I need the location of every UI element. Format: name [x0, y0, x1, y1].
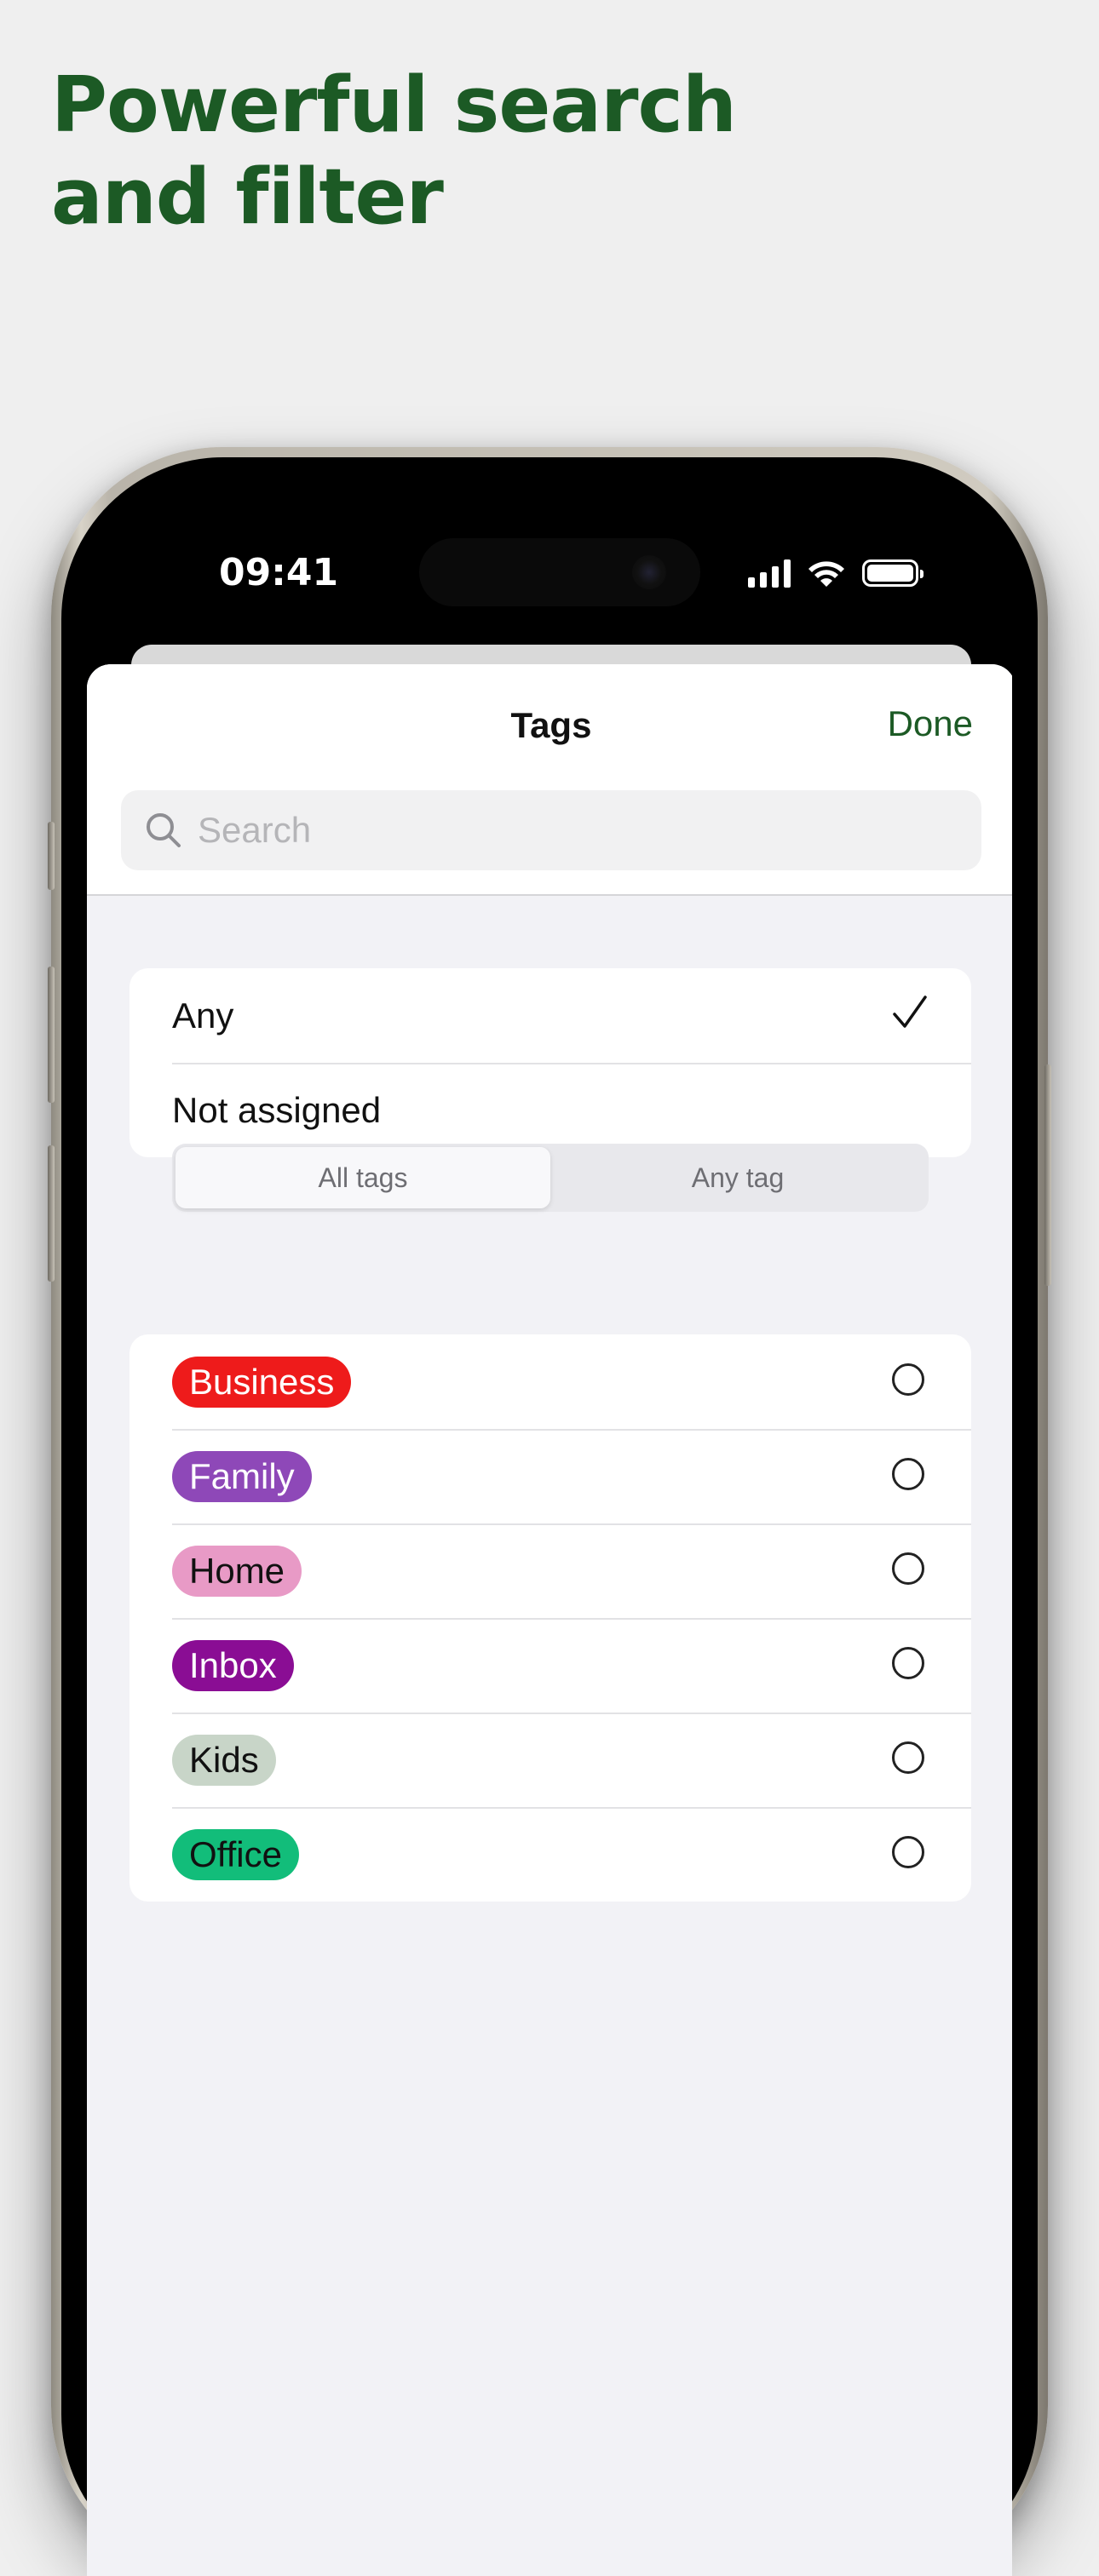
- option-any[interactable]: Any: [129, 968, 971, 1063]
- tag-row-office[interactable]: Office: [129, 1807, 971, 1902]
- phone-bezel: 09:41 Tags Done Search Any Not assigned …: [61, 457, 1038, 2576]
- done-button[interactable]: Done: [888, 703, 973, 744]
- match-mode-segmented-control: All tags Any tag: [172, 1144, 929, 1212]
- assignment-options: Any Not assigned: [129, 968, 971, 1157]
- tag-pill: Inbox: [172, 1639, 294, 1691]
- phone-screen: 09:41 Tags Done Search Any Not assigned …: [87, 483, 1012, 2576]
- status-time: 09:41: [219, 551, 339, 594]
- radio-unselected-icon[interactable]: [892, 1741, 924, 1774]
- tag-row-inbox[interactable]: Inbox: [129, 1618, 971, 1713]
- tag-row-family[interactable]: Family: [129, 1429, 971, 1523]
- action-button: [48, 822, 55, 890]
- headline-line-2: and filter: [51, 152, 444, 242]
- phone-frame: 09:41 Tags Done Search Any Not assigned …: [48, 447, 1051, 2576]
- tag-row-kids[interactable]: Kids: [129, 1713, 971, 1807]
- headline-line-1: Powerful search: [51, 60, 737, 150]
- radio-unselected-icon[interactable]: [892, 1836, 924, 1868]
- tag-pill: Office: [172, 1828, 299, 1880]
- tag-row-home[interactable]: Home: [129, 1523, 971, 1618]
- option-label: Not assigned: [172, 1089, 382, 1130]
- volume-down-button: [48, 1145, 55, 1282]
- power-button: [1044, 1064, 1051, 1286]
- tag-pill: Business: [172, 1356, 352, 1408]
- sheet-title: Tags: [510, 705, 592, 745]
- wifi-icon: [808, 561, 844, 587]
- search-icon: [147, 813, 181, 847]
- segment-any-tag[interactable]: Any tag: [550, 1147, 925, 1208]
- search-input[interactable]: [196, 809, 981, 852]
- tag-pill: Family: [172, 1450, 312, 1502]
- tag-list: Business Family Home Inbox Kids Office: [129, 1334, 971, 1902]
- tag-pill: Home: [172, 1545, 302, 1597]
- radio-unselected-icon[interactable]: [892, 1647, 924, 1679]
- battery-icon: [862, 559, 924, 587]
- segment-all-tags[interactable]: All tags: [175, 1147, 550, 1208]
- tags-sheet: Tags Done Any: [87, 664, 1012, 2576]
- signal-icon: [748, 559, 791, 588]
- radio-unselected-icon[interactable]: [892, 1458, 924, 1490]
- front-camera: [632, 555, 666, 589]
- radio-unselected-icon[interactable]: [892, 1552, 924, 1585]
- navigation-bar: Tags Done: [87, 664, 1012, 896]
- checkmark-icon: [893, 995, 927, 1028]
- status-icons: [748, 558, 924, 588]
- tag-pill: Kids: [172, 1734, 276, 1786]
- headline: Powerful search and filter: [51, 60, 818, 244]
- option-label: Any: [172, 995, 234, 1036]
- search-field[interactable]: [121, 790, 981, 870]
- tag-row-business[interactable]: Business: [129, 1334, 971, 1429]
- radio-unselected-icon[interactable]: [892, 1363, 924, 1396]
- volume-up-button: [48, 967, 55, 1103]
